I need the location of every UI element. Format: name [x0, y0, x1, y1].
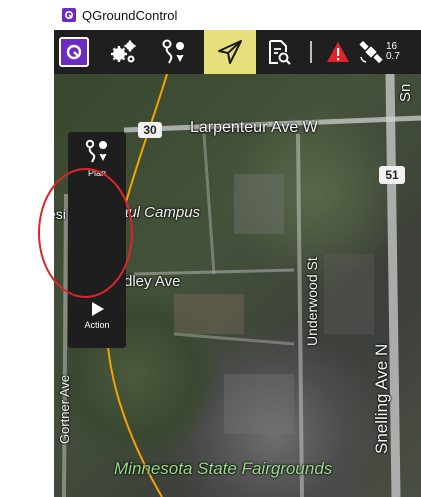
label-larpenteur: Larpenteur Ave W — [190, 119, 318, 136]
gears-icon — [111, 40, 136, 63]
qgc-logo-icon — [59, 37, 89, 67]
window-title: QGroundControl — [82, 7, 178, 23]
title-bar: QGroundControl — [54, 0, 421, 31]
label-fairgrounds: Minnesota State Fairgrounds — [114, 459, 333, 478]
label-snelling: Snelling Ave N — [372, 343, 391, 454]
label-sn-top: Sn — [397, 83, 414, 102]
toolbar-divider — [310, 41, 312, 63]
plan-view-button[interactable] — [154, 30, 194, 74]
fly-view-button[interactable] — [204, 30, 256, 74]
play-arrow-icon — [92, 302, 104, 316]
paper-plane-icon — [218, 40, 242, 64]
plan-waypoint-icon — [85, 139, 108, 163]
gps-hdop: 0.7 — [386, 51, 400, 62]
document-search-icon — [269, 40, 291, 65]
route-30-shield: 30 — [138, 122, 162, 138]
route-51-label: 51 — [385, 168, 399, 182]
toolstrip-action-button[interactable]: Action — [68, 300, 126, 330]
warning-indicator[interactable] — [322, 30, 354, 74]
warning-triangle-icon — [327, 42, 349, 62]
toolstrip-action-label: Action — [84, 320, 110, 330]
annotation-highlight-ellipse — [38, 168, 133, 298]
app-icon — [62, 8, 76, 22]
plan-waypoint-icon — [162, 39, 185, 64]
label-gortner: Gortner Ave — [57, 374, 72, 444]
label-underwood: Underwood St — [304, 257, 320, 346]
gps-indicator[interactable]: 16 0.7 — [358, 30, 418, 74]
analyze-view-button[interactable] — [259, 30, 299, 74]
label-dley-ave: dley Ave — [124, 273, 181, 290]
label-campus: aul Campus — [120, 204, 201, 221]
gps-values: 16 0.7 — [386, 42, 400, 62]
qgc-menu-button[interactable] — [54, 30, 94, 74]
route-51-shield: 51 — [379, 166, 405, 184]
route-30-label: 30 — [143, 123, 157, 137]
main-toolbar: 16 0.7 — [54, 30, 421, 74]
satellite-icon — [359, 40, 383, 64]
vehicle-setup-button[interactable] — [104, 30, 144, 74]
